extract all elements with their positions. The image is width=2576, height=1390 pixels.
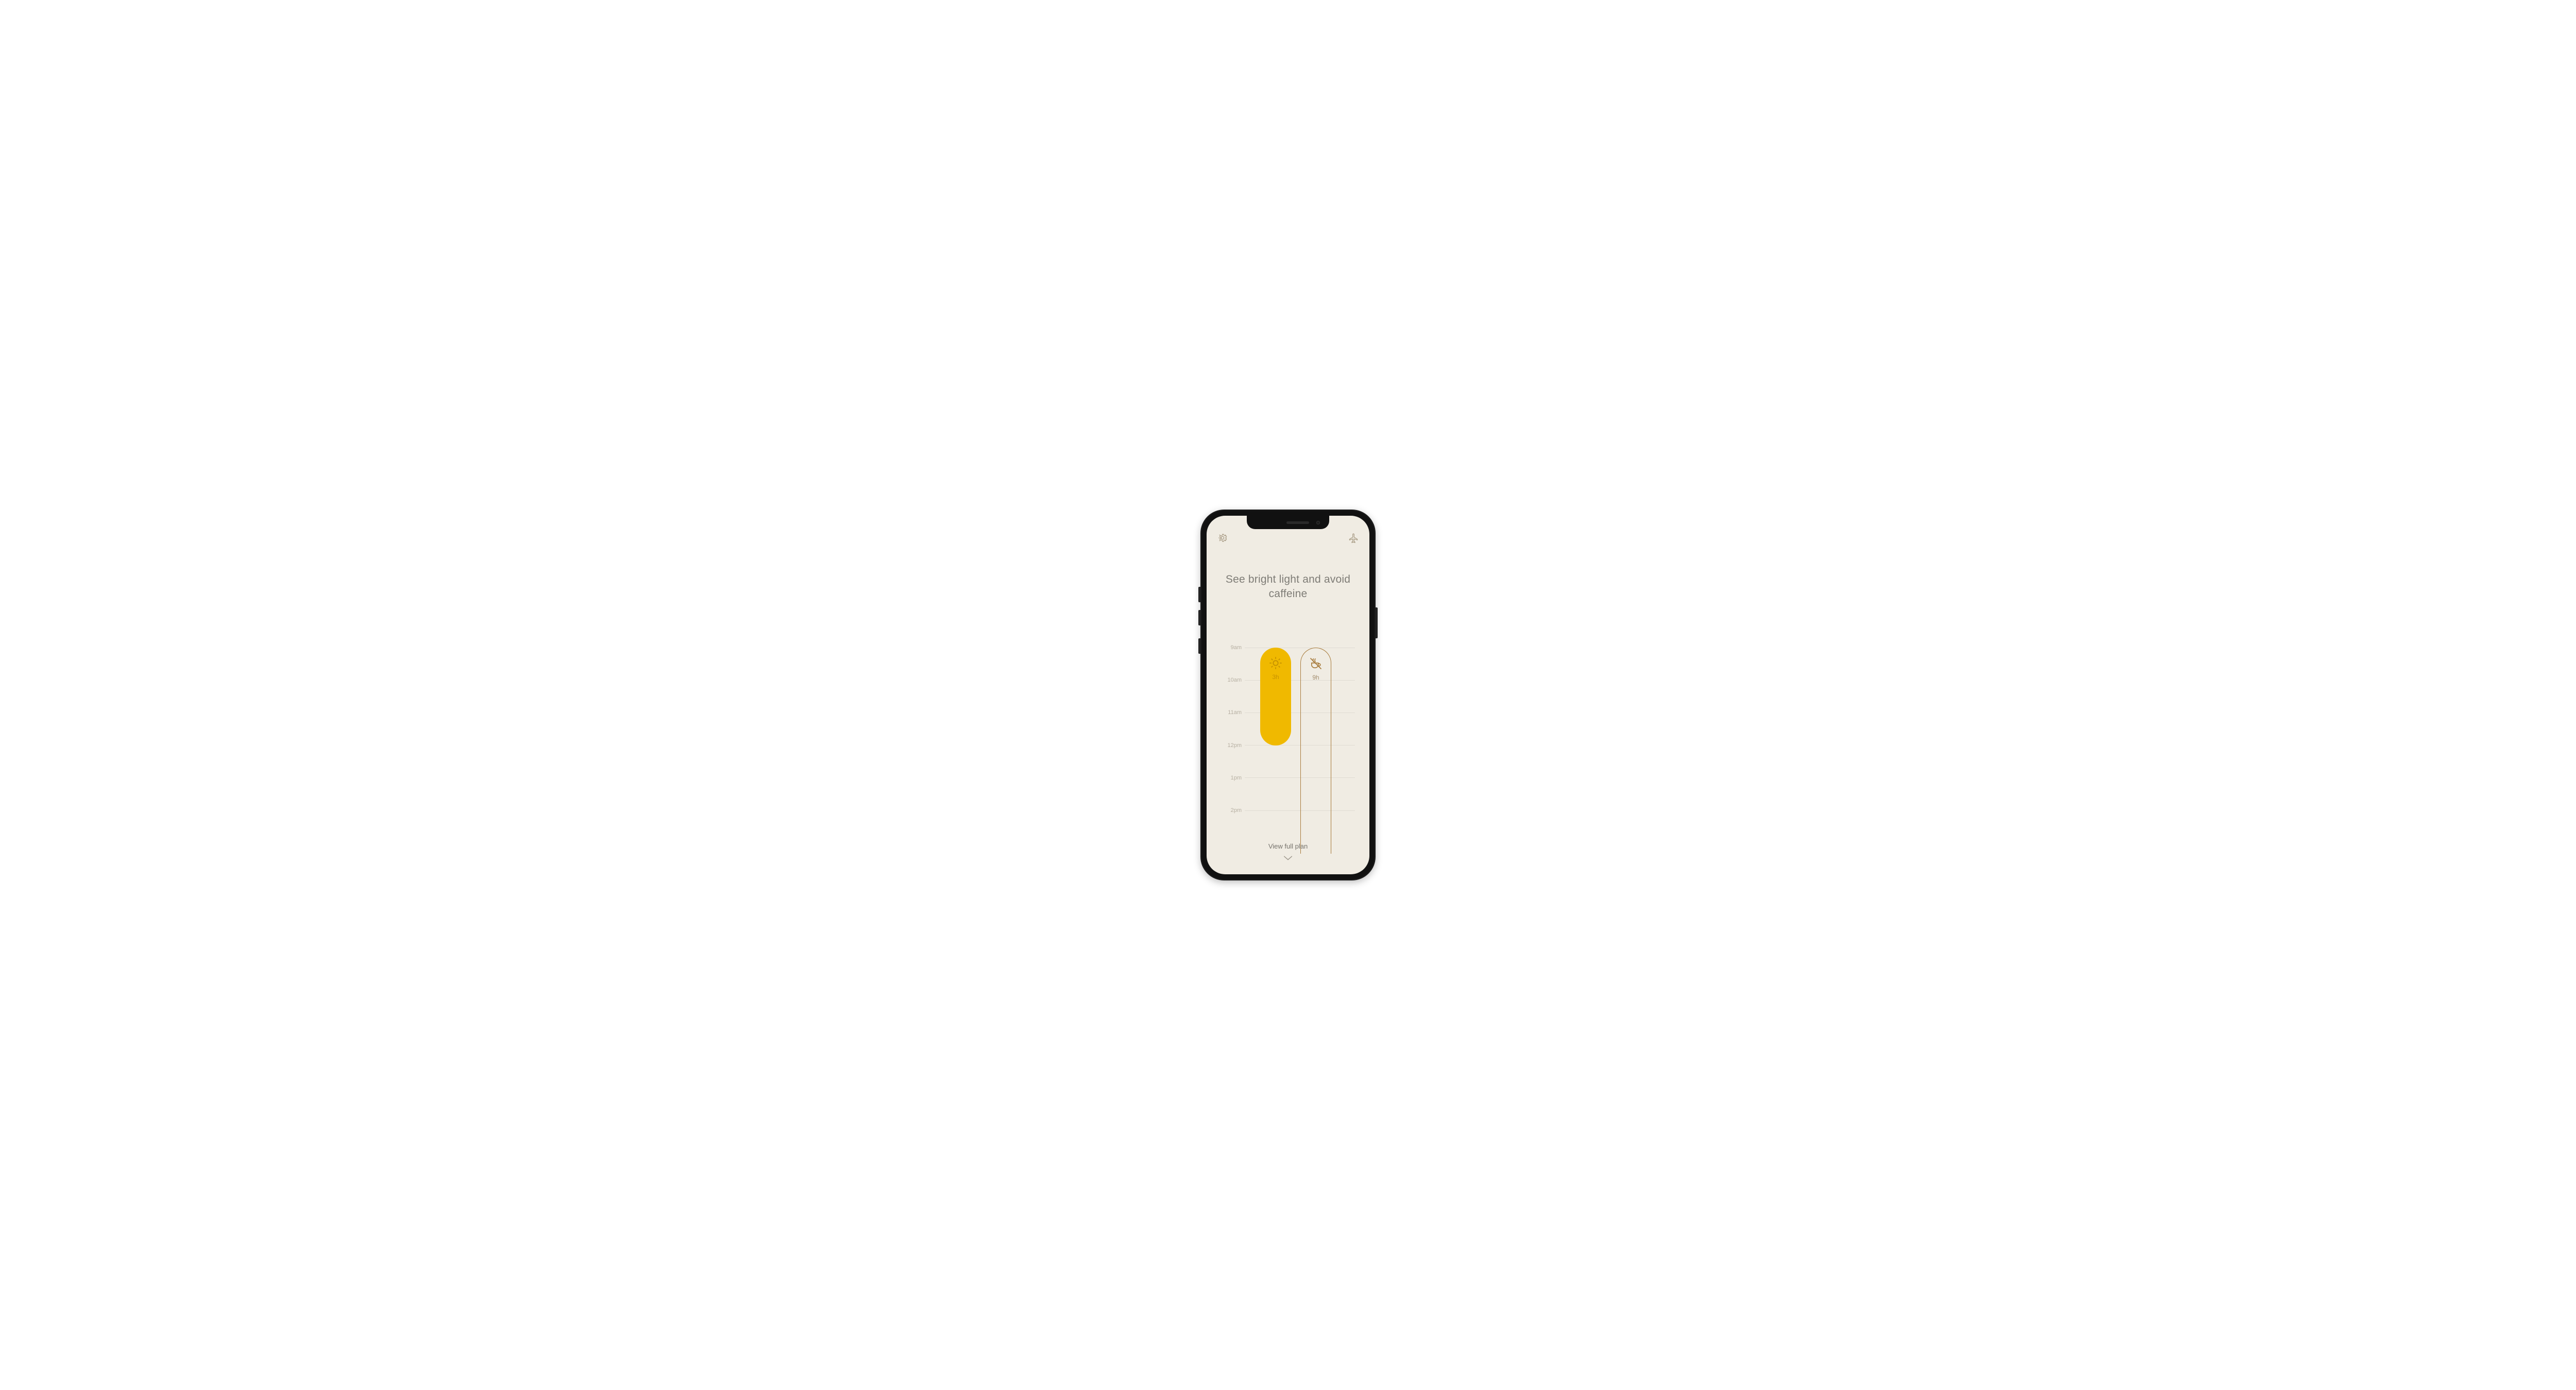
event-duration: 3h xyxy=(1272,673,1279,681)
hour-label: 11am xyxy=(1225,709,1245,716)
front-camera xyxy=(1316,521,1320,524)
event-duration: 9h xyxy=(1312,674,1319,681)
hour-label: 1pm xyxy=(1225,775,1245,781)
sun-icon xyxy=(1268,656,1283,670)
travel-button[interactable] xyxy=(1347,532,1360,546)
event-light[interactable]: 3h xyxy=(1260,648,1291,745)
hour-label: 12pm xyxy=(1225,742,1245,749)
phone-notch xyxy=(1247,516,1329,529)
hour-gridline xyxy=(1245,810,1355,811)
airplane-icon xyxy=(1348,533,1359,546)
phone-frame: See bright light and avoid caffeine 9am … xyxy=(1200,510,1376,880)
event-avoid-caffeine[interactable]: 9h xyxy=(1300,648,1331,854)
app-screen: See bright light and avoid caffeine 9am … xyxy=(1207,516,1369,874)
speaker-grille xyxy=(1286,521,1309,524)
hour-label: 9am xyxy=(1225,645,1245,651)
view-full-plan-button[interactable]: View full plan xyxy=(1207,842,1369,850)
stage: See bright light and avoid caffeine 9am … xyxy=(0,0,2576,1390)
timeline: 9am 10am 11am 12pm 1pm xyxy=(1225,645,1355,807)
hour-label: 10am xyxy=(1225,677,1245,683)
chevron-down-icon[interactable] xyxy=(1207,854,1369,864)
hour-label: 2pm xyxy=(1225,807,1245,813)
footer: View full plan xyxy=(1207,842,1369,864)
event-capsules: 3h 9h xyxy=(1255,648,1350,807)
no-coffee-icon xyxy=(1309,656,1323,671)
headline-text: See bright light and avoid caffeine xyxy=(1207,572,1369,602)
gear-icon xyxy=(1217,533,1228,546)
settings-button[interactable] xyxy=(1216,532,1229,546)
